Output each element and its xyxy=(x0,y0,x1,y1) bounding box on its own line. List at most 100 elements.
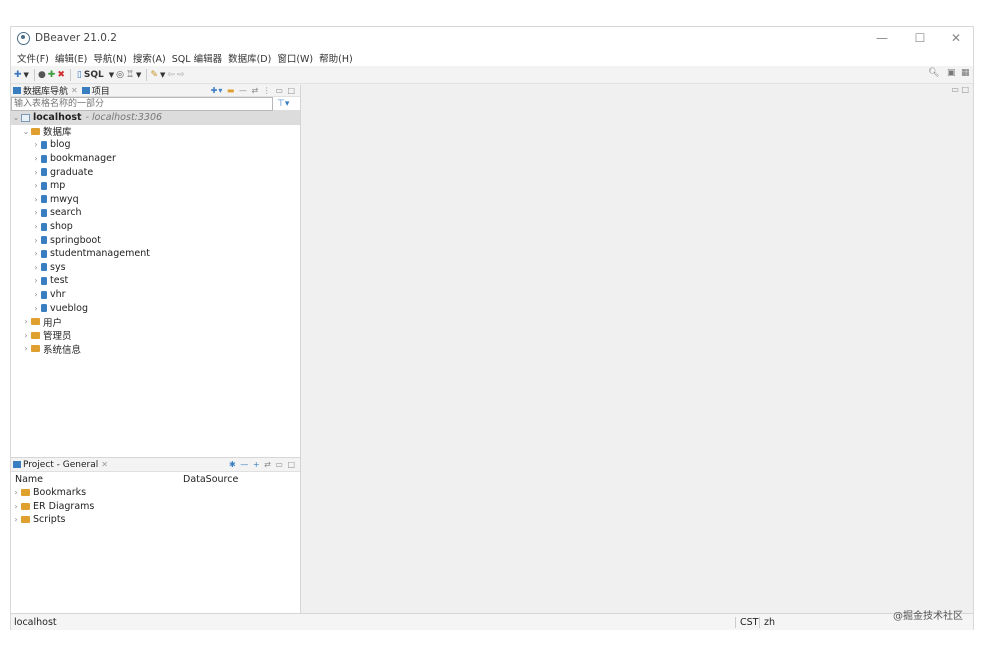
commit-icon[interactable]: ◎ xyxy=(116,68,124,82)
column-header-name[interactable]: Name xyxy=(11,474,183,485)
database-node[interactable]: › vhr xyxy=(11,288,300,302)
menu-database[interactable]: 数据库(D) xyxy=(225,51,274,65)
new-connection-icon[interactable]: ✚▾ xyxy=(211,86,224,95)
project-item-name: Bookmarks xyxy=(33,487,87,499)
chevron-down-icon[interactable]: ⌄ xyxy=(11,113,21,122)
database-node[interactable]: › graduate xyxy=(11,165,300,179)
transaction-mode-dropdown-icon[interactable]: ▼ xyxy=(136,68,141,82)
table-filter-input[interactable] xyxy=(11,96,273,111)
database-node[interactable]: › mp xyxy=(11,179,300,193)
add-icon[interactable]: + xyxy=(253,460,261,469)
maximize-button[interactable]: ☐ xyxy=(901,27,939,49)
chevron-right-icon[interactable]: › xyxy=(21,317,31,326)
tab-projects[interactable]: 项目 xyxy=(80,84,112,97)
chevron-right-icon[interactable]: › xyxy=(31,236,41,245)
chevron-right-icon[interactable]: › xyxy=(21,331,31,340)
menu-window[interactable]: 窗口(W) xyxy=(274,51,316,65)
view-menu-icon[interactable]: ⋮ xyxy=(263,86,272,95)
chevron-right-icon[interactable]: › xyxy=(11,502,21,511)
project-item[interactable]: › Bookmarks xyxy=(11,486,300,500)
chevron-right-icon[interactable]: › xyxy=(31,208,41,217)
tab-project-general[interactable]: Project - General ✕ xyxy=(11,460,110,470)
project-item[interactable]: › ER Diagrams xyxy=(11,500,300,514)
new-connection-icon[interactable]: ✚ xyxy=(14,68,22,82)
chevron-right-icon[interactable]: › xyxy=(31,290,41,299)
rollback-icon[interactable]: ♖ xyxy=(126,68,134,82)
menu-navigate[interactable]: 导航(N) xyxy=(90,51,130,65)
minimize-view-icon[interactable]: ▭ xyxy=(275,86,284,95)
status-bar: localhost CST zh xyxy=(11,613,973,630)
database-node[interactable]: › test xyxy=(11,274,300,288)
folder-node[interactable]: › 系统信息 xyxy=(11,342,300,356)
folder-node[interactable]: › 用户 xyxy=(11,315,300,329)
database-icon xyxy=(41,140,47,149)
chevron-right-icon[interactable]: › xyxy=(31,181,41,190)
database-node[interactable]: › shop xyxy=(11,220,300,234)
chevron-right-icon[interactable]: › xyxy=(31,276,41,285)
maximize-view-icon[interactable]: □ xyxy=(287,460,296,469)
chevron-right-icon[interactable]: › xyxy=(11,515,21,524)
disconnect-all-icon[interactable]: ● xyxy=(38,68,46,82)
search-icon[interactable]: 🔍︎ xyxy=(928,68,939,78)
minimize-view-icon[interactable]: ▭ xyxy=(951,85,959,94)
back-icon[interactable]: ⇦ xyxy=(167,68,175,82)
sql-editor-button[interactable]: ▯ SQL xyxy=(74,68,107,82)
edit-dropdown-icon[interactable]: ▼ xyxy=(160,68,165,82)
close-icon[interactable]: ✕ xyxy=(101,460,108,469)
close-button[interactable]: ✕ xyxy=(937,27,975,49)
database-node[interactable]: › studentmanagement xyxy=(11,247,300,261)
databases-folder-node[interactable]: ⌄ 数据库 xyxy=(11,125,300,139)
sql-editor-dropdown-icon[interactable]: ▼ xyxy=(109,68,114,82)
project-item[interactable]: › Scripts xyxy=(11,513,300,527)
database-node[interactable]: › search xyxy=(11,206,300,220)
chevron-right-icon[interactable]: › xyxy=(31,195,41,204)
collapse-all-icon[interactable]: — xyxy=(240,460,249,469)
collapse-all-icon[interactable]: — xyxy=(239,86,248,95)
menu-edit[interactable]: 编辑(E) xyxy=(52,51,90,65)
database-node[interactable]: › vueblog xyxy=(11,301,300,315)
chevron-right-icon[interactable]: › xyxy=(31,154,41,163)
menu-file[interactable]: 文件(F) xyxy=(14,51,52,65)
folder-node[interactable]: › 管理员 xyxy=(11,329,300,343)
chevron-right-icon[interactable]: › xyxy=(31,304,41,313)
chevron-right-icon[interactable]: › xyxy=(31,140,41,149)
chevron-right-icon[interactable]: › xyxy=(21,344,31,353)
database-node[interactable]: › bookmanager xyxy=(11,152,300,166)
chevron-right-icon[interactable]: › xyxy=(31,168,41,177)
chevron-down-icon[interactable]: ⌄ xyxy=(21,127,31,136)
chevron-right-icon[interactable]: › xyxy=(31,263,41,272)
menu-search[interactable]: 搜索(A) xyxy=(130,51,169,65)
maximize-view-icon[interactable]: □ xyxy=(287,86,296,95)
column-header-datasource[interactable]: DataSource xyxy=(183,474,238,485)
new-connection-dropdown-icon[interactable]: ▼ xyxy=(24,68,29,82)
database-navigator-icon xyxy=(13,87,21,94)
filter-options-icon[interactable]: ⊤▾ xyxy=(277,99,289,109)
connection-node[interactable]: ⌄ localhost - localhost:3306 xyxy=(11,111,300,125)
database-node[interactable]: › springboot xyxy=(11,233,300,247)
link-editor-icon[interactable]: ⇄ xyxy=(252,86,260,95)
menu-sql-editor[interactable]: SQL 编辑器 xyxy=(169,51,225,65)
database-node[interactable]: › mwyq xyxy=(11,193,300,207)
forward-icon[interactable]: ⇨ xyxy=(177,68,185,82)
database-node[interactable]: › blog xyxy=(11,138,300,152)
tab-database-navigator[interactable]: 数据库导航 ✕ xyxy=(11,84,80,97)
chevron-right-icon[interactable]: › xyxy=(31,249,41,258)
close-icon[interactable]: ✕ xyxy=(71,86,78,95)
minimize-view-icon[interactable]: ▭ xyxy=(275,460,284,469)
database-list: › blog › bookmanager › graduate › mp › mwyq › searc… xyxy=(11,138,300,315)
settings-icon[interactable]: ✱ xyxy=(229,460,237,469)
chevron-right-icon[interactable]: › xyxy=(11,488,21,497)
perspective-icon[interactable]: ▣ xyxy=(947,68,956,78)
maximize-view-icon[interactable]: □ xyxy=(961,85,969,94)
disconnect-icon[interactable]: ✖ xyxy=(57,68,65,82)
chevron-right-icon[interactable]: › xyxy=(31,222,41,231)
edit-icon[interactable]: ✎ xyxy=(150,68,158,82)
connect-icon[interactable]: ✚ xyxy=(48,68,56,82)
new-folder-icon[interactable]: ▬ xyxy=(227,86,236,95)
minimize-button[interactable]: — xyxy=(863,27,901,49)
database-node[interactable]: › sys xyxy=(11,261,300,275)
menu-help[interactable]: 帮助(H) xyxy=(316,51,356,65)
database-icon xyxy=(41,304,47,313)
dbeaver-perspective-icon[interactable]: ▦ xyxy=(961,68,970,78)
link-editor-icon[interactable]: ⇄ xyxy=(264,460,272,469)
